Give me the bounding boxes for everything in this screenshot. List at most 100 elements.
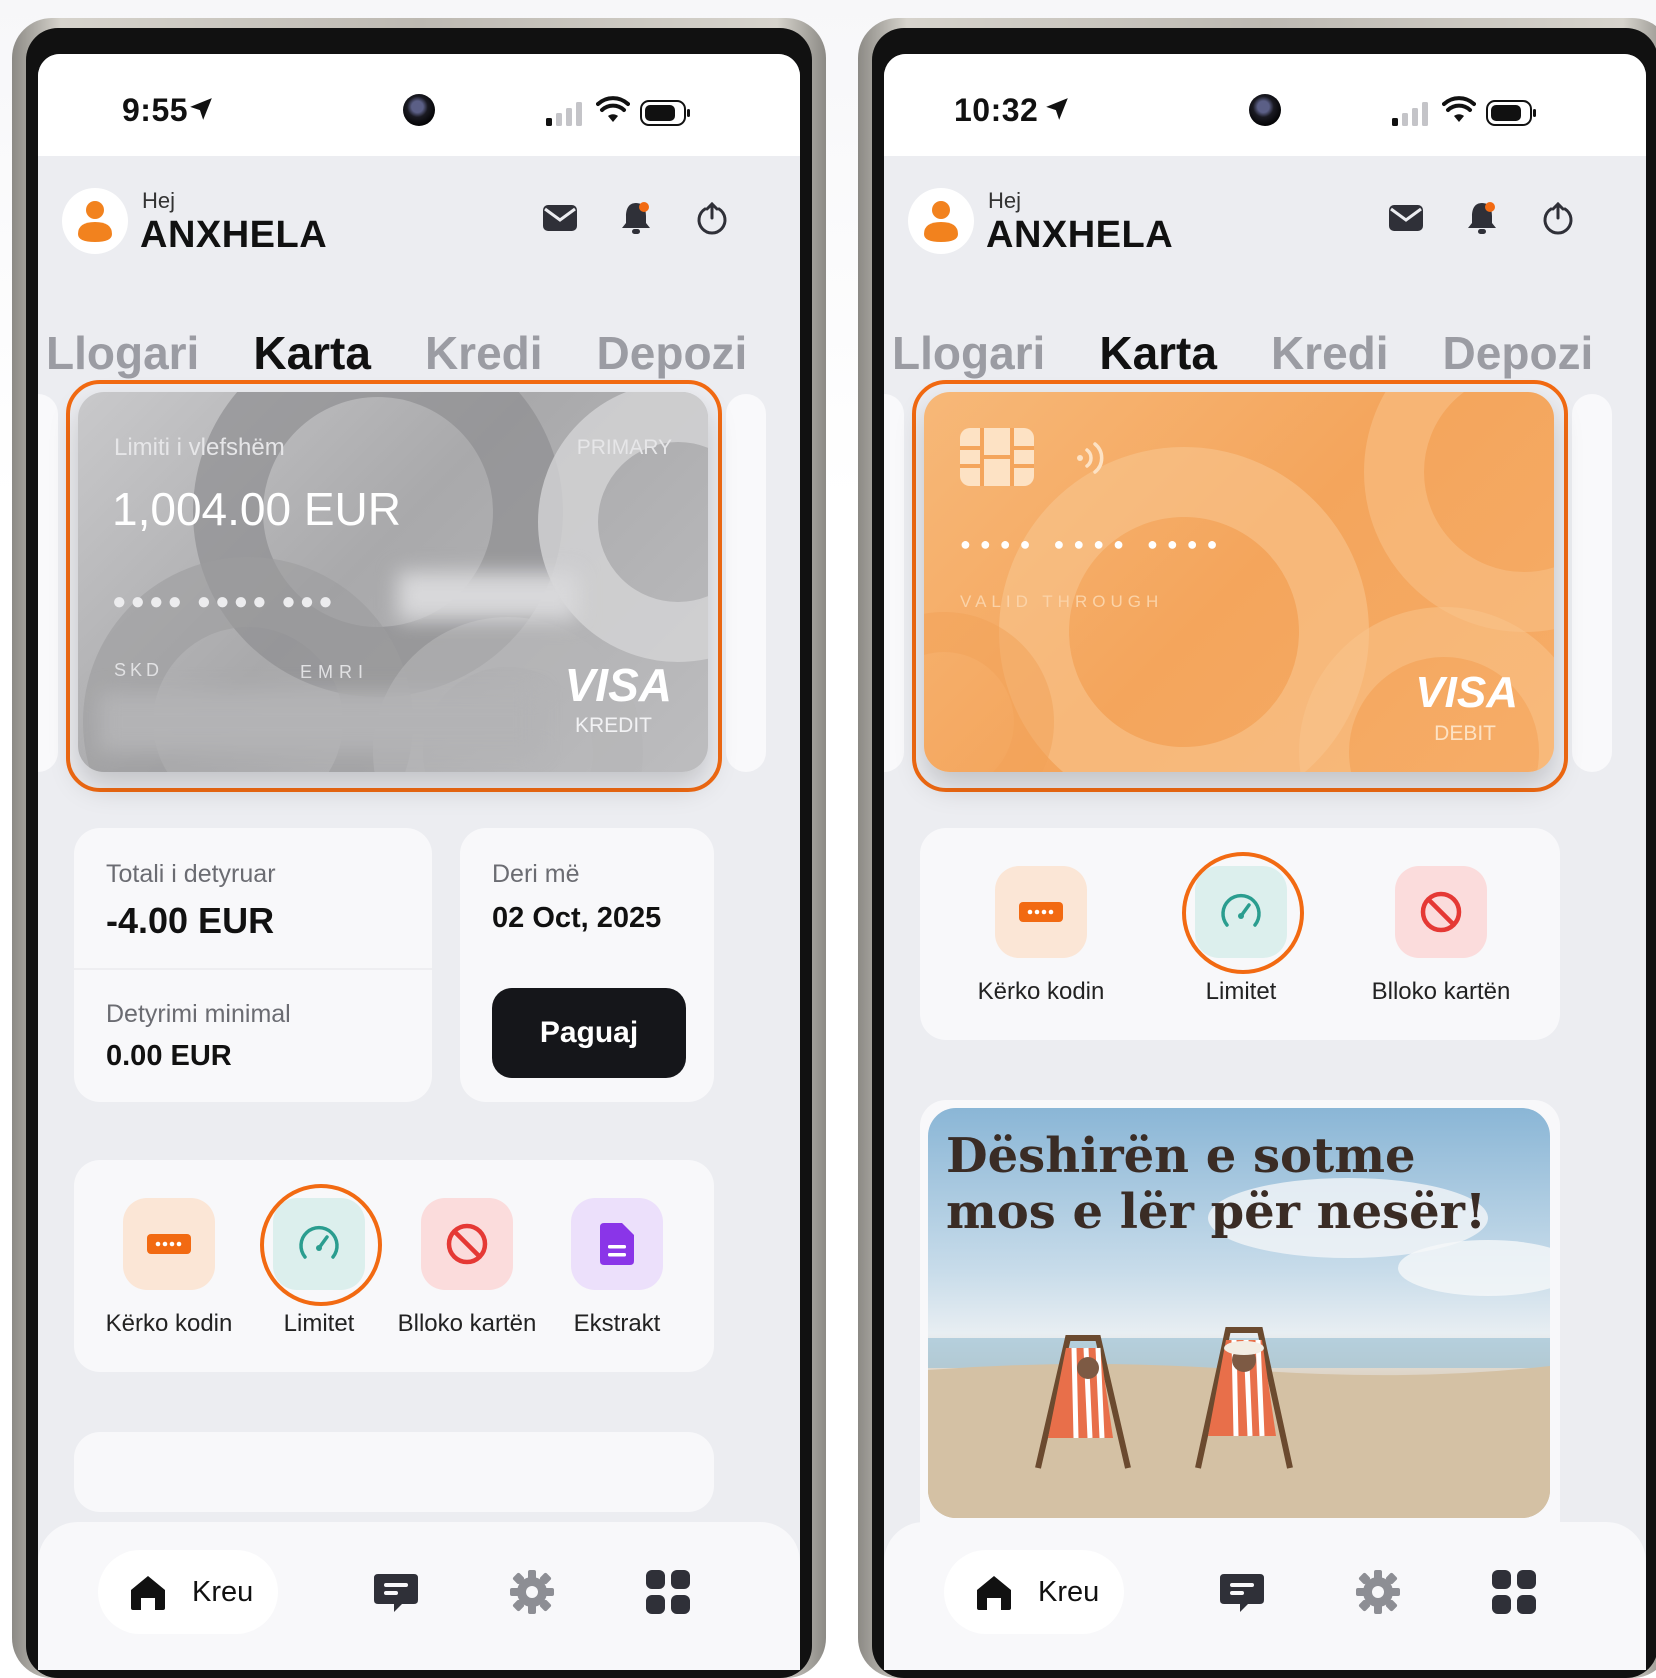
previous-card-peek[interactable] [38,394,58,772]
card-limit-label: Limiti i vlefshëm [114,434,285,461]
front-camera [1249,94,1281,126]
envelope-icon [1389,205,1423,231]
tab-kredi[interactable]: Kredi [425,326,543,380]
screen-right: 10:32 Hej ANXHELA Llogari Karta Kredi De… [884,54,1646,1670]
nav-home[interactable]: Kreu [944,1550,1124,1634]
tab-kredi[interactable]: Kredi [1271,326,1389,380]
avatar[interactable] [908,188,974,254]
product-tabs: Llogari Karta Kredi Depozi [46,326,800,380]
debt-summary-panel: Totali i detyruar -4.00 EUR Detyrimi min… [74,828,432,1102]
due-date-value: 02 Oct, 2025 [492,902,662,934]
promo-headline: Dëshirën e sotme mos e lër për nesër! [946,1128,1486,1240]
visa-logo: VISA [1415,668,1518,717]
minimum-due-value: 0.00 EUR [106,1040,232,1072]
next-card-peek[interactable] [1572,394,1612,772]
greeting-label: Hej [988,188,1022,213]
user-name: ANXHELA [986,214,1174,256]
tab-karta[interactable]: Karta [253,326,371,380]
messages-button[interactable] [540,198,580,238]
contactless-icon [1077,442,1104,474]
envelope-icon [543,205,577,231]
visa-logo: VISA [564,659,672,711]
request-pin-label: Kërko kodin [977,978,1105,1005]
pin-code-icon [147,1234,191,1254]
total-due-label: Totali i detyruar [106,860,276,888]
request-pin-label: Kërko kodin [105,1310,233,1337]
card-type-label: DEBIT [1434,722,1496,745]
chat-icon[interactable] [372,1568,420,1616]
location-arrow-icon [190,98,212,120]
request-pin-action[interactable]: Kërko kodin [94,1198,244,1338]
front-camera [403,94,435,126]
grid-menu-icon[interactable] [1490,1568,1538,1616]
phone-left: 9:55 Hej ANXHELA Llogari Karta Kredi Dep… [12,18,826,1678]
chat-icon[interactable] [1218,1568,1266,1616]
avatar[interactable] [62,188,128,254]
credit-card[interactable]: Limiti i vlefshëm PRIMARY 1,004.00 EUR ●… [78,392,708,772]
phone-bezel: 10:32 Hej ANXHELA Llogari Karta Kredi De… [872,28,1656,1678]
greeting-header: Hej ANXHELA [884,184,1646,274]
cell-signal-icon [1392,102,1428,126]
home-icon [977,1576,1011,1610]
debit-card[interactable]: ●●●● ●●●● ●●●● VALID THROUGH VISA DEBIT [924,392,1554,772]
notifications-button[interactable] [616,198,656,238]
user-avatar-icon [78,201,112,242]
pin-code-icon [1019,902,1063,922]
grid-menu-icon[interactable] [644,1568,692,1616]
request-pin-icon-tile [995,866,1087,958]
due-date-label: Deri më [492,860,580,888]
request-pin-icon-tile [123,1198,215,1290]
screen-left: 9:55 Hej ANXHELA Llogari Karta Kredi Dep… [38,54,800,1670]
document-icon [600,1223,634,1265]
nav-home-label: Kreu [192,1576,254,1608]
cell-signal-icon [546,102,582,126]
tab-depozita[interactable]: Depozi [597,326,748,380]
request-pin-action[interactable]: Kërko kodin [966,866,1116,1006]
statement-icon-tile [571,1198,663,1290]
tab-llogari[interactable]: Llogari [46,326,199,380]
status-time: 10:32 [954,92,1039,128]
tab-llogari[interactable]: Llogari [892,326,1045,380]
card-primary-label: PRIMARY [576,436,672,459]
phone-bezel: 9:55 Hej ANXHELA Llogari Karta Kredi Dep… [26,28,812,1678]
card-number-masked: ●●●● ●●●● ●●● [112,588,337,615]
nav-home[interactable]: Kreu [98,1550,278,1634]
promo-banner[interactable]: Dëshirën e sotme mos e lër për nesër! [928,1108,1550,1518]
settings-gear-icon[interactable] [508,1568,556,1616]
home-icon [131,1576,165,1610]
redacted-card-holder [98,692,538,752]
status-bar: 10:32 [884,54,1646,156]
block-card-action[interactable]: Blloko kartën [392,1198,542,1338]
block-card-action[interactable]: Blloko kartën [1366,866,1516,1006]
limits-highlight-ring [1182,852,1304,974]
minimum-due-label: Detyrimi minimal [106,1000,291,1028]
block-card-icon-tile [421,1198,513,1290]
battery-icon [640,100,690,126]
card-type-label: KREDIT [574,714,652,737]
tab-depozita[interactable]: Depozi [1443,326,1594,380]
next-card-peek[interactable] [726,394,766,772]
power-icon [1543,201,1573,235]
divider [74,968,432,970]
logout-button[interactable] [692,198,732,238]
card-valid-through-label: VALID THROUGH [960,592,1164,611]
bell-icon [1468,202,1496,234]
bottom-navigation: Kreu [38,1522,800,1670]
statement-action[interactable]: Ekstrakt [542,1198,692,1338]
card-available-amount: 1,004.00 EUR [112,483,401,535]
promo-headline-line2: mos e lër për nesër! [946,1184,1487,1240]
messages-button[interactable] [1386,198,1426,238]
wifi-icon [596,96,630,122]
notifications-button[interactable] [1462,198,1502,238]
block-card-label: Blloko kartën [397,1310,537,1337]
product-tabs: Llogari Karta Kredi Depozi [892,326,1646,380]
tab-karta[interactable]: Karta [1099,326,1217,380]
statement-label: Ekstrakt [573,1310,661,1337]
block-icon [1420,891,1462,933]
pay-button[interactable]: Paguaj [492,988,686,1078]
nav-home-label: Kreu [1038,1576,1100,1608]
total-due-value: -4.00 EUR [106,900,275,941]
logout-button[interactable] [1538,198,1578,238]
settings-gear-icon[interactable] [1354,1568,1402,1616]
previous-card-peek[interactable] [884,394,904,772]
